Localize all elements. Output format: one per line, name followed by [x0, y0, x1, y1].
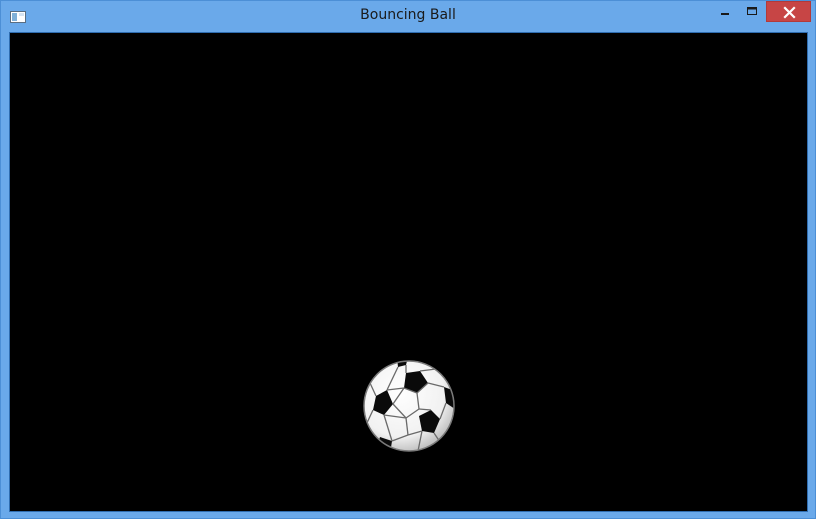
title-bar[interactable]: Bouncing Ball	[1, 1, 815, 31]
minimize-button[interactable]	[712, 1, 738, 22]
window-title: Bouncing Ball	[360, 7, 456, 23]
close-button[interactable]	[766, 1, 811, 22]
soccer-ball-icon	[362, 359, 456, 453]
app-window: Bouncing Ball	[0, 0, 816, 519]
maximize-button[interactable]	[739, 1, 765, 22]
game-canvas[interactable]	[9, 32, 808, 512]
